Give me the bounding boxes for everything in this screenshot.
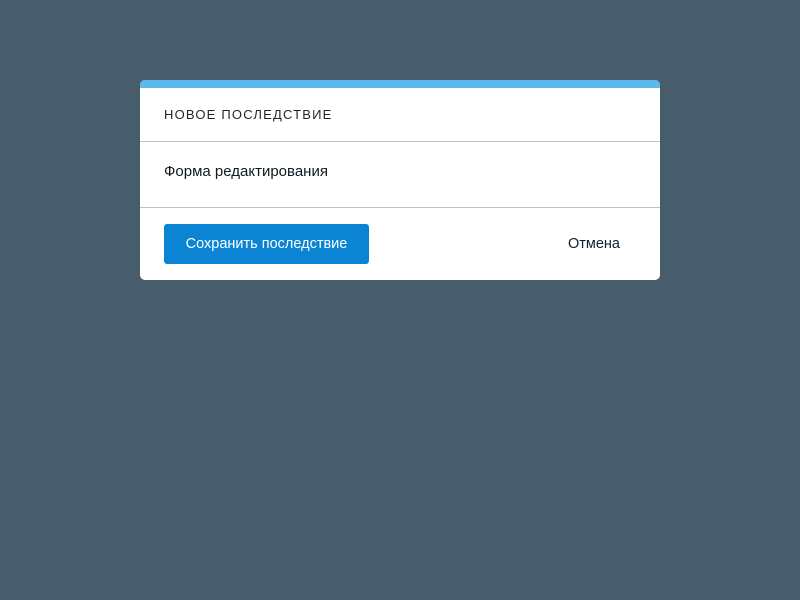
modal-accent-bar [140, 80, 660, 88]
modal-dialog: НОВОЕ ПОСЛЕДСТВИЕ Форма редактирования С… [140, 80, 660, 280]
modal-footer: Сохранить последствие Отмена [140, 208, 660, 280]
modal-header: НОВОЕ ПОСЛЕДСТВИЕ [140, 88, 660, 142]
modal-body-text: Форма редактирования [164, 163, 328, 180]
modal-title: НОВОЕ ПОСЛЕДСТВИЕ [164, 107, 333, 122]
save-consequence-button[interactable]: Сохранить последствие [164, 224, 369, 264]
cancel-button[interactable]: Отмена [546, 224, 636, 264]
modal-body: Форма редактирования [140, 142, 660, 208]
